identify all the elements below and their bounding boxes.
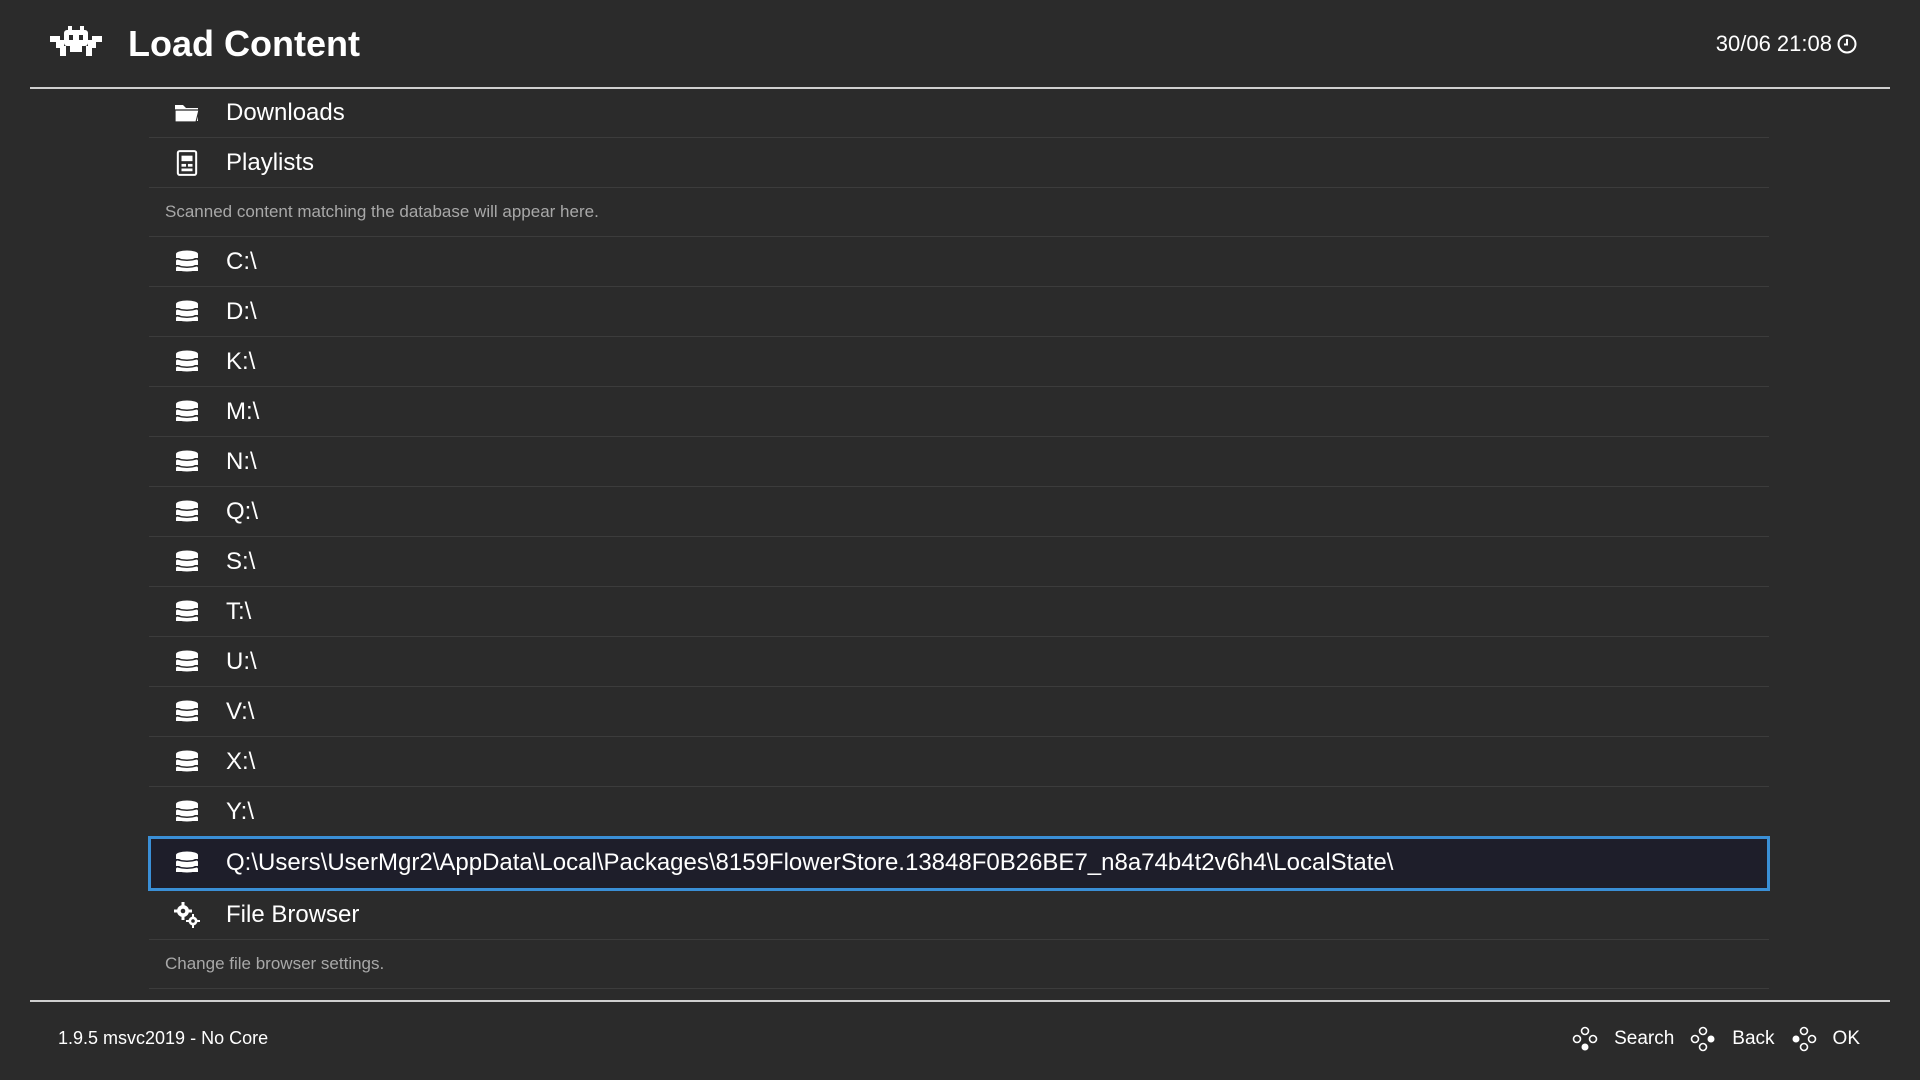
- drive-stack-icon: [171, 396, 203, 428]
- controller-hints: Search Back OK: [1572, 1026, 1860, 1052]
- list-item-drive[interactable]: V:\: [149, 687, 1769, 737]
- list-item-label: File Browser: [226, 900, 360, 928]
- drive-stack-icon: [171, 596, 203, 628]
- list-item-drive[interactable]: U:\: [149, 637, 1769, 687]
- list-item-drive[interactable]: N:\: [149, 437, 1769, 487]
- search-hint-label: Search: [1614, 1028, 1675, 1049]
- list-item-drive[interactable]: C:\: [149, 237, 1769, 287]
- list-item-downloads[interactable]: Downloads: [149, 88, 1769, 138]
- drive-label: U:\: [226, 647, 257, 675]
- list-item-file-browser[interactable]: File Browser: [149, 890, 1769, 940]
- file-browser-description: Change file browser settings.: [149, 940, 1769, 989]
- ok-hint-label: OK: [1832, 1028, 1860, 1049]
- drive-stack-icon: [171, 296, 203, 328]
- drive-stack-icon: [171, 696, 203, 728]
- retroarch-logo-icon: [50, 26, 102, 60]
- load-content-screen: Load Content 30/06 21:08 Downloads Playl…: [0, 0, 1920, 1080]
- drive-stack-icon: [171, 346, 203, 378]
- drive-stack-icon: [171, 746, 203, 778]
- back-hint[interactable]: Back: [1690, 1026, 1775, 1052]
- playlists-description: Scanned content matching the database wi…: [149, 188, 1769, 237]
- folder-icon: [171, 97, 203, 129]
- ok-hint[interactable]: OK: [1791, 1026, 1860, 1052]
- gears-icon: [171, 899, 203, 931]
- drive-label: K:\: [226, 347, 256, 375]
- list-item-label: Playlists: [226, 148, 315, 176]
- drive-label: C:\: [226, 247, 257, 275]
- list-item-drive[interactable]: M:\: [149, 387, 1769, 437]
- search-hint[interactable]: Search: [1572, 1026, 1674, 1052]
- drive-stack-icon: [171, 496, 203, 528]
- drive-stack-icon: [171, 847, 203, 879]
- drive-label: Y:\: [226, 797, 255, 825]
- drive-stack-icon: [171, 646, 203, 678]
- drive-label: V:\: [226, 697, 255, 725]
- drive-label: S:\: [226, 547, 256, 575]
- drive-label: X:\: [226, 747, 256, 775]
- selected-path-label: Q:\Users\UserMgr2\AppData\Local\Packages…: [226, 849, 1394, 876]
- drive-stack-icon: [171, 796, 203, 828]
- gamepad-dpad-icon: [1792, 1026, 1816, 1052]
- drive-label: T:\: [226, 597, 252, 625]
- list-item-drive[interactable]: T:\: [149, 587, 1769, 637]
- list-item-label: Downloads: [226, 98, 345, 126]
- page-title: Load Content: [128, 23, 360, 64]
- list-item-drive[interactable]: D:\: [149, 287, 1769, 337]
- list-item-drive[interactable]: K:\: [149, 337, 1769, 387]
- drive-label: D:\: [226, 297, 257, 325]
- list-item-drive[interactable]: X:\: [149, 737, 1769, 787]
- version-info: 1.9.5 msvc2019 - No Core: [58, 1028, 269, 1048]
- content-list: Downloads Playlists Scanned content matc…: [148, 88, 1770, 989]
- drive-label: Q:\: [226, 497, 259, 525]
- playlist-icon: [171, 147, 203, 179]
- list-item-drive[interactable]: Y:\: [149, 787, 1769, 837]
- clock-text: 30/06 21:08: [1715, 31, 1832, 56]
- list-item-drive[interactable]: S:\: [149, 537, 1769, 587]
- footer-divider: [30, 1000, 1890, 1002]
- drive-stack-icon: [171, 546, 203, 578]
- drive-label: N:\: [226, 447, 257, 475]
- clock-icon: [1837, 34, 1857, 54]
- drive-stack-icon: [171, 246, 203, 278]
- header: Load Content 30/06 21:08: [0, 0, 1920, 88]
- list-item-drive[interactable]: Q:\: [149, 487, 1769, 537]
- gamepad-dpad-icon: [1572, 1026, 1598, 1051]
- clock: 30/06 21:08: [1716, 30, 1858, 58]
- gamepad-dpad-icon: [1690, 1026, 1715, 1052]
- list-item-selected-path[interactable]: Q:\Users\UserMgr2\AppData\Local\Packages…: [148, 836, 1770, 891]
- back-hint-label: Back: [1732, 1028, 1775, 1049]
- drive-label: M:\: [226, 397, 260, 425]
- list-item-playlists[interactable]: Playlists: [149, 138, 1769, 188]
- drive-stack-icon: [171, 446, 203, 478]
